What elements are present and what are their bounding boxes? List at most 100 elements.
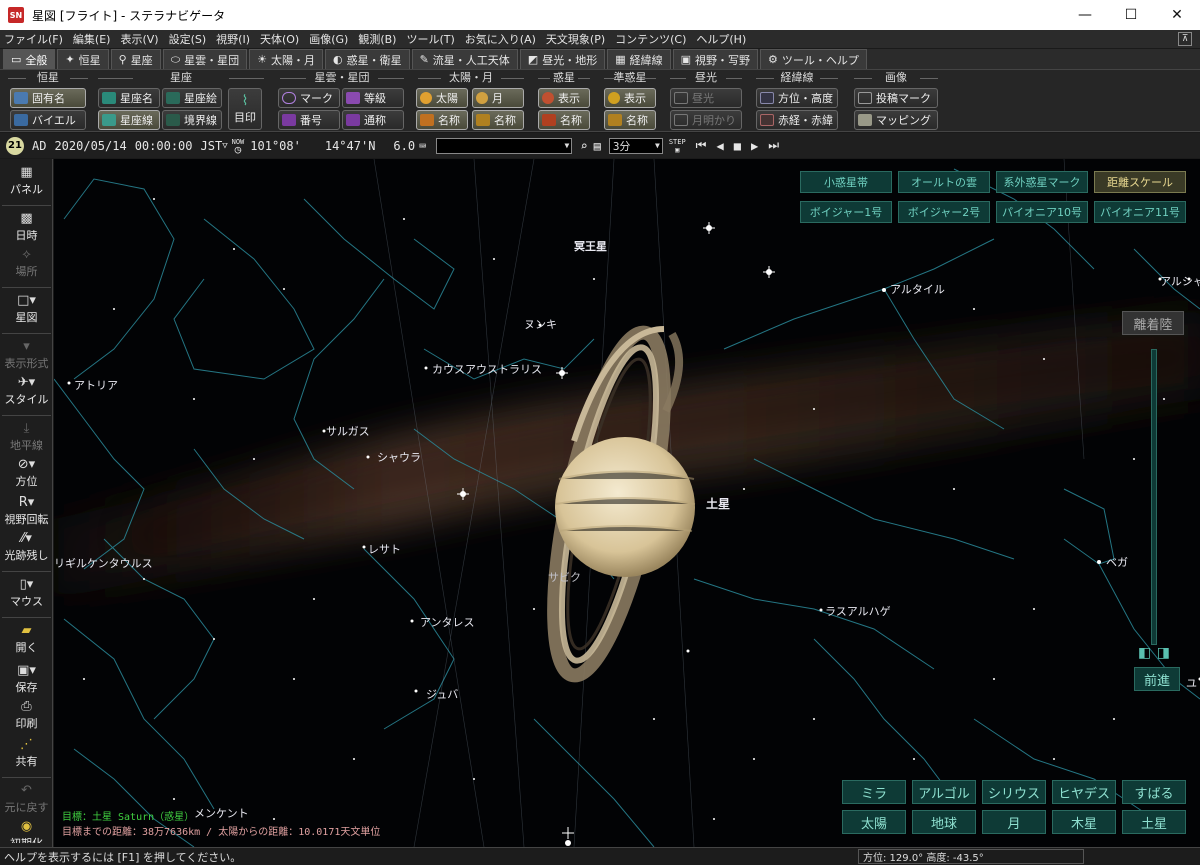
limiting-magnitude-field[interactable]: 6.0 [393,139,415,153]
forward-button[interactable]: 前進 [1134,667,1180,691]
open-button[interactable]: ▰ 開く [0,623,53,655]
moon-button[interactable]: 月 [472,88,524,108]
trail-button[interactable]: ⁄⁄▾ 光跡残し [0,531,53,563]
label-vega[interactable]: ベガ [1106,554,1128,570]
menu-item[interactable]: 天体(O) [260,31,299,47]
menu-item[interactable]: ヘルプ(H) [696,31,746,47]
label-juba[interactable]: ジュバ [426,686,458,702]
label-rasalhague[interactable]: ラスアルハゲ [825,603,891,619]
target-button[interactable]: ミラ [842,780,906,804]
planet-name-button[interactable]: 名称 [538,110,590,130]
timezone-field[interactable]: JST [201,139,223,153]
maximize-button[interactable]: ☐ [1108,0,1154,30]
tab[interactable]: ⬭ 星雲・星団 [162,49,248,69]
overlay-toggle-button[interactable]: パイオニア11号 [1094,201,1186,223]
sun-name-button[interactable]: 名称 [416,110,468,130]
tab[interactable]: ⚲ 星座 [110,49,161,69]
label-sabik[interactable]: サビク [548,569,581,585]
menu-item[interactable]: ツール(T) [406,31,454,47]
planet-show-button[interactable]: 表示 [538,88,590,108]
mouse-button[interactable]: ▯▾ マウス [0,577,53,609]
keyboard-icon[interactable]: ⌨ [419,139,426,153]
nebula-common-name-button[interactable]: 通称 [342,110,404,130]
stop-icon[interactable]: ■ [734,139,741,153]
time-step-select[interactable]: 3分 ▼ [608,137,663,154]
dwarf-name-button[interactable]: 名称 [604,110,656,130]
share-button[interactable]: ⋰ 共有 [0,737,53,769]
moonlight-button[interactable]: 月明かり [670,110,742,130]
target-button[interactable]: 土星 [1122,810,1186,834]
list-icon[interactable]: ▤ [594,139,601,153]
latitude-field[interactable]: 14°47'N [325,139,376,153]
label-sargas[interactable]: サルガス [326,423,370,439]
speed-slider[interactable] [1151,349,1157,645]
overlay-toggle-button[interactable]: 小惑星帯 [800,171,892,193]
label-altair[interactable]: アルタイル [890,281,945,297]
overlay-toggle-button[interactable]: ボイジャー1号 [800,201,892,223]
step-back-icon[interactable]: ◀ [716,139,723,153]
time-field[interactable]: 00:00:00 [135,139,193,153]
overlay-toggle-button[interactable]: オールトの雲 [898,171,990,193]
label-nunki[interactable]: ヌンキ [524,316,557,332]
step-button[interactable]: STEP ▣ [669,138,686,154]
target-button[interactable]: 地球 [912,810,976,834]
style-button[interactable]: ✈▾ スタイル [0,375,53,407]
overlay-toggle-button[interactable]: ボイジャー2号 [898,201,990,223]
menu-item[interactable]: 設定(S) [169,31,207,47]
menu-item[interactable]: 表示(V) [120,31,158,47]
skip-back-icon[interactable]: ⏮ [696,138,707,153]
save-button[interactable]: ▣▾ 保存 [0,663,53,695]
pin-icon[interactable]: ⊼ [1178,32,1192,46]
undo-button[interactable]: ↶ 元に戻す [0,783,53,815]
constellation-art-button[interactable]: 星座絵 [162,88,222,108]
tab[interactable]: ▣ 視野・写野 [672,49,759,69]
target-button[interactable]: 木星 [1052,810,1116,834]
target-button[interactable]: アルゴル [912,780,976,804]
tab[interactable]: ✎ 流星・人工天体 [411,49,518,69]
place-button[interactable]: ⟡ 場所 [0,247,53,279]
nebula-number-button[interactable]: 番号 [278,110,340,130]
landmark-button[interactable]: ⌇ 目印 [228,88,262,130]
land-takeoff-button[interactable]: 離着陸 [1122,311,1184,335]
tab[interactable]: ☀ 太陽・月 [249,49,323,69]
display-format-button[interactable]: ▾ 表示形式 [0,339,53,371]
longitude-field[interactable]: 101°08' [250,139,301,153]
nebula-grade-button[interactable]: 等級 [342,88,404,108]
now-button[interactable]: NOW ◷ [232,138,245,155]
label-menkent[interactable]: メンケント [194,805,249,821]
menu-item[interactable]: 観測(B) [358,31,396,47]
label-pluto[interactable]: 冥王星 [574,238,607,254]
print-button[interactable]: ⎙ 印刷 [0,699,53,731]
speed-slider-handle[interactable]: ◧ ◨ [1138,645,1170,661]
target-button[interactable]: すばる [1122,780,1186,804]
moon-name-button[interactable]: 名称 [472,110,524,130]
post-mark-button[interactable]: 投稿マーク [854,88,938,108]
menu-item[interactable]: お気に入り(A) [465,31,536,47]
dropdown-triangle-icon[interactable]: ▽ [222,141,227,151]
menu-item[interactable]: コンテンツ(C) [615,31,686,47]
bayer-button[interactable]: バイエル [10,110,86,130]
label-atria[interactable]: アトリア [74,377,118,393]
mapping-button[interactable]: マッピング [854,110,938,130]
chart-button[interactable]: □▾ 星図 [0,293,53,325]
label-lesath[interactable]: レサト [368,541,401,557]
rotate-view-button[interactable]: R▾ 視野回転 [0,495,53,527]
horizon-button[interactable]: ⤓ 地平線 [0,421,53,453]
tab[interactable]: ✦ 恒星 [57,49,109,69]
menu-item[interactable]: 画像(G) [309,31,348,47]
target-button[interactable]: ヒヤデス [1052,780,1116,804]
close-button[interactable]: ✕ [1154,0,1200,30]
label-alshain[interactable]: アルシャイン [1160,273,1200,289]
direction-button[interactable]: ⊘▾ 方位 [0,457,53,489]
overlay-toggle-button[interactable]: パイオニア10号 [996,201,1088,223]
skip-forward-icon[interactable]: ⏭ [768,138,779,153]
search-icon[interactable]: ⌕ [580,139,587,153]
dwarf-show-button[interactable]: 表示 [604,88,656,108]
target-button[interactable]: シリウス [982,780,1046,804]
label-kaus-australis[interactable]: カウスアウストラリス [432,361,542,377]
label-shaula[interactable]: シャウラ [377,449,421,465]
init-button[interactable]: ◉初期化 [0,819,53,843]
radec-button[interactable]: 赤経・赤緯 [756,110,838,130]
minimize-button[interactable]: — [1062,0,1108,30]
sun-button[interactable]: 太陽 [416,88,468,108]
